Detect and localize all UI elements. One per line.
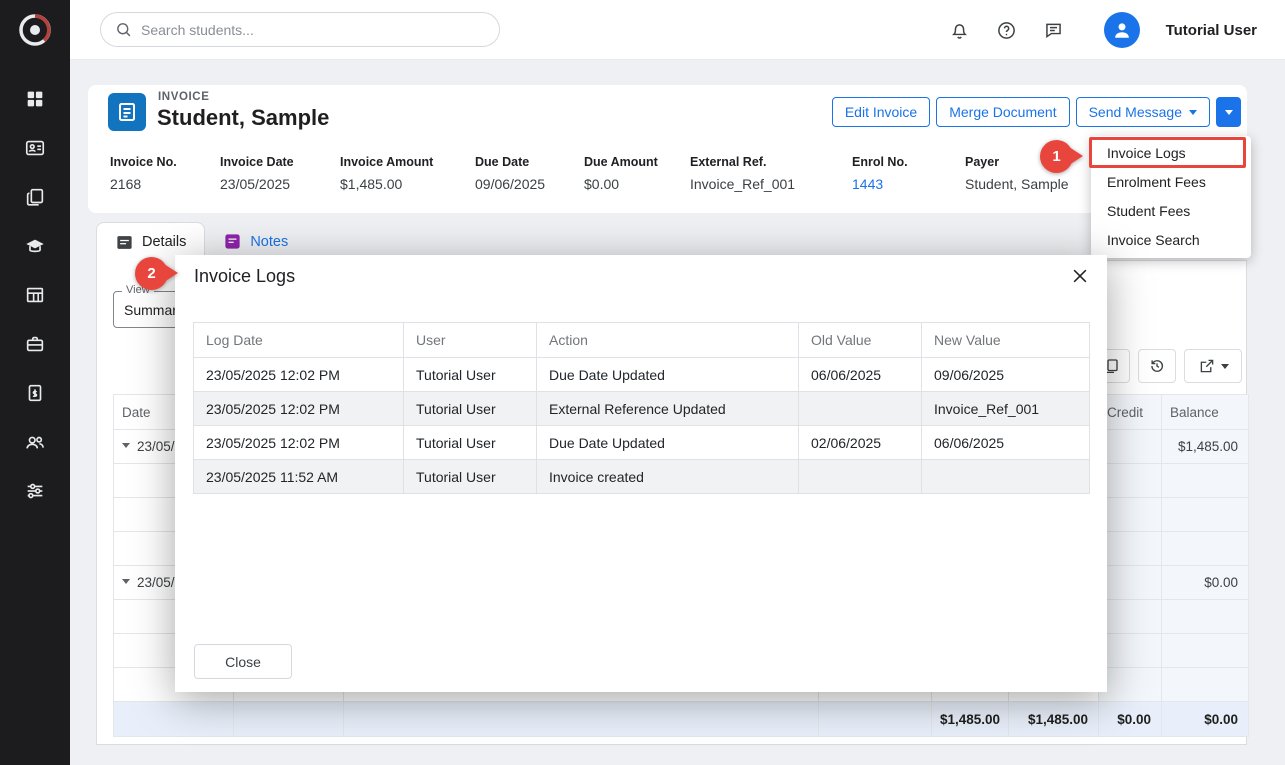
sidebar-nav <box>0 60 70 502</box>
tab-notes-label: Notes <box>250 234 288 250</box>
invoice-kicker: INVOICE <box>158 91 210 103</box>
field-due-amount: Due Amount $0.00 <box>584 155 658 192</box>
ledger-balance-cell: $1,485.00 <box>1162 430 1249 464</box>
sidebar <box>0 0 70 765</box>
col-old-value: Old Value <box>799 323 922 358</box>
tab-details-label: Details <box>142 234 186 250</box>
col-new-value: New Value <box>922 323 1090 358</box>
user-name: Tutorial User <box>1166 22 1257 39</box>
log-header-row: Log Date User Action Old Value New Value <box>194 323 1090 358</box>
log-row: 23/05/2025 12:02 PM Tutorial User Due Da… <box>194 426 1090 460</box>
merge-document-button[interactable]: Merge Document <box>936 97 1069 127</box>
invoice-title: Student, Sample <box>157 105 329 131</box>
logo-emblem-icon <box>15 10 55 50</box>
sidebar-icon-settings-sliders[interactable] <box>24 480 46 502</box>
ledger-header-credit: Credit <box>1099 395 1162 430</box>
help-icon[interactable] <box>996 20 1017 41</box>
search-input[interactable] <box>141 22 485 38</box>
caret-down-icon <box>1189 110 1197 119</box>
menu-item-student-fees[interactable]: Student Fees <box>1091 197 1251 226</box>
details-icon <box>115 233 134 252</box>
search-icon <box>115 21 132 38</box>
topbar: Tutorial User <box>70 0 1285 60</box>
annotation-step-1: 1 <box>1040 140 1073 173</box>
col-action: Action <box>537 323 799 358</box>
invoice-logs-modal: Invoice Logs Log Date User Action Old Va… <box>175 255 1107 692</box>
annotation-step-2: 2 <box>135 257 168 290</box>
log-row: 23/05/2025 11:52 AM Tutorial User Invoic… <box>194 460 1090 494</box>
search-box[interactable] <box>100 12 500 47</box>
totals-credit: $0.00 <box>1099 702 1162 737</box>
field-due-date: Due Date 09/06/2025 <box>475 155 545 192</box>
sidebar-icon-contacts[interactable] <box>24 137 46 159</box>
close-icon[interactable] <box>1070 266 1090 286</box>
menu-item-invoice-logs[interactable]: Invoice Logs <box>1091 139 1251 168</box>
history-icon <box>1148 357 1166 375</box>
log-row: 23/05/2025 12:02 PM Tutorial User Due Da… <box>194 358 1090 392</box>
send-message-menu: Invoice Logs Enrolment Fees Student Fees… <box>1091 136 1251 258</box>
sidebar-icon-community[interactable] <box>24 431 46 453</box>
user-avatar[interactable] <box>1104 12 1140 48</box>
sidebar-icon-briefcase[interactable] <box>24 333 46 355</box>
collapse-caret-icon[interactable] <box>122 579 130 588</box>
ledger-toolbar <box>1092 349 1242 383</box>
caret-down-icon <box>1225 110 1233 119</box>
export-icon <box>1198 357 1216 375</box>
enrol-no-link[interactable]: 1443 <box>852 176 908 192</box>
field-enrol-no: Enrol No. 1443 <box>852 155 908 192</box>
invoice-actions: Edit Invoice Merge Document Send Message <box>832 97 1241 127</box>
collapse-caret-icon[interactable] <box>122 443 130 452</box>
app-logo[interactable] <box>0 0 70 60</box>
totals-balance: $0.00 <box>1162 702 1249 737</box>
history-button[interactable] <box>1138 349 1176 383</box>
col-log-date: Log Date <box>194 323 404 358</box>
chat-icon[interactable] <box>1043 20 1064 41</box>
ledger-totals-row: $1,485.00 $1,485.00 $0.00 $0.00 <box>114 702 1249 737</box>
app-window: Tutorial User INVOICE Student, Sample Ed… <box>0 0 1285 765</box>
sidebar-icon-finance[interactable] <box>24 382 46 404</box>
log-row: 23/05/2025 12:02 PM Tutorial User Extern… <box>194 392 1090 426</box>
notifications-bell-icon[interactable] <box>949 20 970 41</box>
invoice-logs-table: Log Date User Action Old Value New Value… <box>193 322 1090 494</box>
menu-item-invoice-search[interactable]: Invoice Search <box>1091 226 1251 255</box>
send-message-button[interactable]: Send Message <box>1076 97 1210 127</box>
more-actions-button[interactable] <box>1216 97 1241 127</box>
totals-amount: $1,485.00 <box>932 702 1009 737</box>
sidebar-icon-tables[interactable] <box>24 284 46 306</box>
modal-close-button[interactable]: Close <box>194 644 292 679</box>
modal-title: Invoice Logs <box>194 266 295 287</box>
ledger-header-balance: Balance <box>1162 395 1249 430</box>
notes-icon <box>223 232 242 251</box>
totals-paid: $1,485.00 <box>1009 702 1099 737</box>
sidebar-icon-courses[interactable] <box>24 235 46 257</box>
menu-item-enrolment-fees[interactable]: Enrolment Fees <box>1091 168 1251 197</box>
sidebar-icon-documents[interactable] <box>24 186 46 208</box>
person-icon <box>1111 19 1133 41</box>
field-invoice-no: Invoice No. 2168 <box>110 155 177 192</box>
ledger-balance-cell: $0.00 <box>1162 566 1249 600</box>
col-user: User <box>404 323 537 358</box>
caret-down-icon <box>1221 364 1229 373</box>
topbar-actions: Tutorial User <box>949 0 1257 60</box>
invoice-icon <box>108 93 146 131</box>
edit-invoice-button[interactable]: Edit Invoice <box>832 97 930 127</box>
send-message-label: Send Message <box>1089 104 1182 120</box>
field-invoice-amount: Invoice Amount $1,485.00 <box>340 155 433 192</box>
export-button[interactable] <box>1184 349 1242 383</box>
sidebar-icon-dashboard[interactable] <box>24 88 46 110</box>
field-invoice-date: Invoice Date 23/05/2025 <box>220 155 294 192</box>
field-external-ref: External Ref. Invoice_Ref_001 <box>690 155 795 192</box>
